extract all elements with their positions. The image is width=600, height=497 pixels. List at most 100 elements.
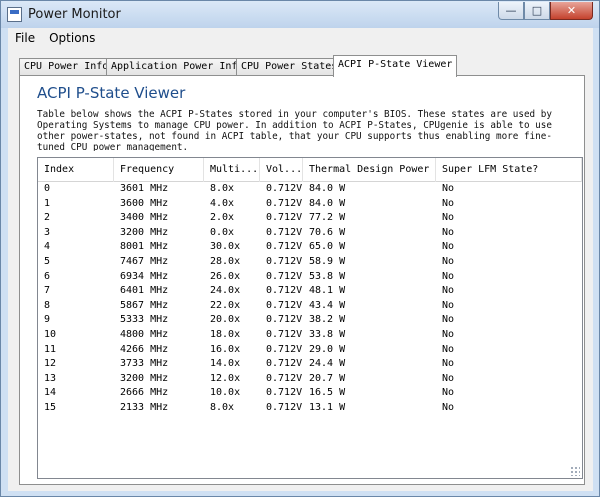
menu-options[interactable]: Options [42,31,102,45]
cell-index: 1 [44,197,51,209]
cell-multiplier: 12.0x [210,372,241,384]
cell-tdp: 84.0 W [309,197,346,209]
cell-super-lfm: No [442,212,455,224]
cell-voltage: 0.712V [266,358,303,370]
tab-acpi-p-state-viewer[interactable]: ACPI P-State Viewer [333,55,458,77]
cell-voltage: 0.712V [266,212,303,224]
column-frequency[interactable]: Frequency [114,158,204,182]
cell-frequency: 4266 MHz [120,343,169,355]
close-button[interactable]: ✕ [550,2,593,20]
cell-frequency: 3200 MHz [120,226,169,238]
column-voltage[interactable]: Vol... [260,158,303,182]
cell-index: 6 [44,270,51,282]
cell-frequency: 2666 MHz [120,387,169,399]
cell-super-lfm: No [442,372,455,384]
table-row[interactable]: 13 3200 MHz 12.0x 0.712V 20.7 W No [38,372,582,387]
cell-voltage: 0.712V [266,328,303,340]
cell-voltage: 0.712V [266,401,303,413]
cell-frequency: 5867 MHz [120,299,169,311]
panel-description: Table below shows the ACPI P-States stor… [37,109,552,151]
table-row[interactable]: 11 4266 MHz 16.0x 0.712V 29.0 W No [38,343,582,358]
cell-tdp: 33.8 W [309,328,346,340]
cell-index: 8 [44,299,51,311]
cell-multiplier: 14.0x [210,358,241,370]
cell-index: 0 [44,183,51,194]
cell-index: 14 [44,387,57,399]
column-thermal-design-power[interactable]: Thermal Design Power [303,158,436,182]
cell-frequency: 4800 MHz [120,328,169,340]
minimize-button[interactable]: — [498,2,524,20]
cell-multiplier: 22.0x [210,299,241,311]
client-area: CPU Power Info Application Power Info CP… [8,47,593,491]
cell-voltage: 0.712V [266,226,303,238]
cell-frequency: 7467 MHz [120,255,169,267]
menu-file[interactable]: File [8,31,42,45]
column-index[interactable]: Index [38,158,114,182]
cell-frequency: 2133 MHz [120,401,169,413]
cell-frequency: 3400 MHz [120,212,169,224]
cell-multiplier: 28.0x [210,255,241,267]
cell-super-lfm: No [442,401,455,413]
column-super-lfm-state[interactable]: Super LFM State? [436,158,582,182]
cell-tdp: 16.5 W [309,387,346,399]
table-row[interactable]: 1 3600 MHz 4.0x 0.712V 84.0 W No [38,197,582,212]
tab-cpu-power-states[interactable]: CPU Power States [236,58,343,76]
tab-panel: ACPI P-State Viewer Table below shows th… [19,75,585,485]
window-controls: — □ ✕ [498,2,593,21]
tab-cpu-power-info[interactable]: CPU Power Info [19,58,114,76]
cell-voltage: 0.712V [266,387,303,399]
cell-tdp: 84.0 W [309,183,346,194]
title-bar[interactable]: Power Monitor — □ ✕ [1,1,599,28]
cell-voltage: 0.712V [266,299,303,311]
cell-super-lfm: No [442,241,455,253]
resize-grip[interactable] [570,466,580,476]
table-row[interactable]: 6 6934 MHz 26.0x 0.712V 53.8 W No [38,270,582,285]
close-icon: ✕ [566,4,577,17]
table-row[interactable]: 9 5333 MHz 20.0x 0.712V 38.2 W No [38,313,582,328]
cell-index: 5 [44,255,51,267]
cell-index: 13 [44,372,57,384]
table-row[interactable]: 10 4800 MHz 18.0x 0.712V 33.8 W No [38,328,582,343]
cell-voltage: 0.712V [266,197,303,209]
cell-multiplier: 4.0x [210,197,235,209]
cell-super-lfm: No [442,285,455,297]
cell-super-lfm: No [442,343,455,355]
table-row[interactable]: 14 2666 MHz 10.0x 0.712V 16.5 W No [38,386,582,401]
table-row[interactable]: 8 5867 MHz 22.0x 0.712V 43.4 W No [38,299,582,314]
cell-tdp: 38.2 W [309,314,346,326]
cell-tdp: 70.6 W [309,226,346,238]
table-row[interactable]: 2 3400 MHz 2.0x 0.712V 77.2 W No [38,211,582,226]
cell-voltage: 0.712V [266,285,303,297]
cell-multiplier: 8.0x [210,183,235,194]
cell-frequency: 6401 MHz [120,285,169,297]
maximize-button[interactable]: □ [524,2,550,20]
column-multiplier[interactable]: Multi... [204,158,260,182]
cell-super-lfm: No [442,270,455,282]
cell-tdp: 20.7 W [309,372,346,384]
table-row[interactable]: 0 3601 MHz 8.0x 0.712V 84.0 W No [38,182,582,197]
app-window-icon [7,7,22,22]
tab-application-power-info[interactable]: Application Power Info [106,58,249,76]
table-header: Index Frequency Multi... Vol... Thermal … [38,158,582,182]
table-row[interactable]: 3 3200 MHz 0.0x 0.712V 70.6 W No [38,226,582,241]
cell-voltage: 0.712V [266,241,303,253]
table-row[interactable]: 4 8001 MHz 30.0x 0.712V 65.0 W No [38,240,582,255]
table-row[interactable]: 12 3733 MHz 14.0x 0.712V 24.4 W No [38,357,582,372]
table-row[interactable]: 7 6401 MHz 24.0x 0.712V 48.1 W No [38,284,582,299]
cell-super-lfm: No [442,255,455,267]
cell-tdp: 13.1 W [309,401,346,413]
cell-frequency: 3600 MHz [120,197,169,209]
cell-tdp: 29.0 W [309,343,346,355]
p-state-table[interactable]: Index Frequency Multi... Vol... Thermal … [37,157,583,479]
cell-index: 2 [44,212,51,224]
cell-super-lfm: No [442,314,455,326]
cell-multiplier: 10.0x [210,387,241,399]
table-row[interactable]: 5 7467 MHz 28.0x 0.712V 58.9 W No [38,255,582,270]
minimize-icon: — [505,4,517,17]
table-row[interactable]: 15 2133 MHz 8.0x 0.712V 13.1 W No [38,401,582,416]
cell-super-lfm: No [442,183,455,194]
cell-multiplier: 24.0x [210,285,241,297]
cell-index: 3 [44,226,51,238]
cell-voltage: 0.712V [266,183,303,194]
cell-tdp: 58.9 W [309,255,346,267]
